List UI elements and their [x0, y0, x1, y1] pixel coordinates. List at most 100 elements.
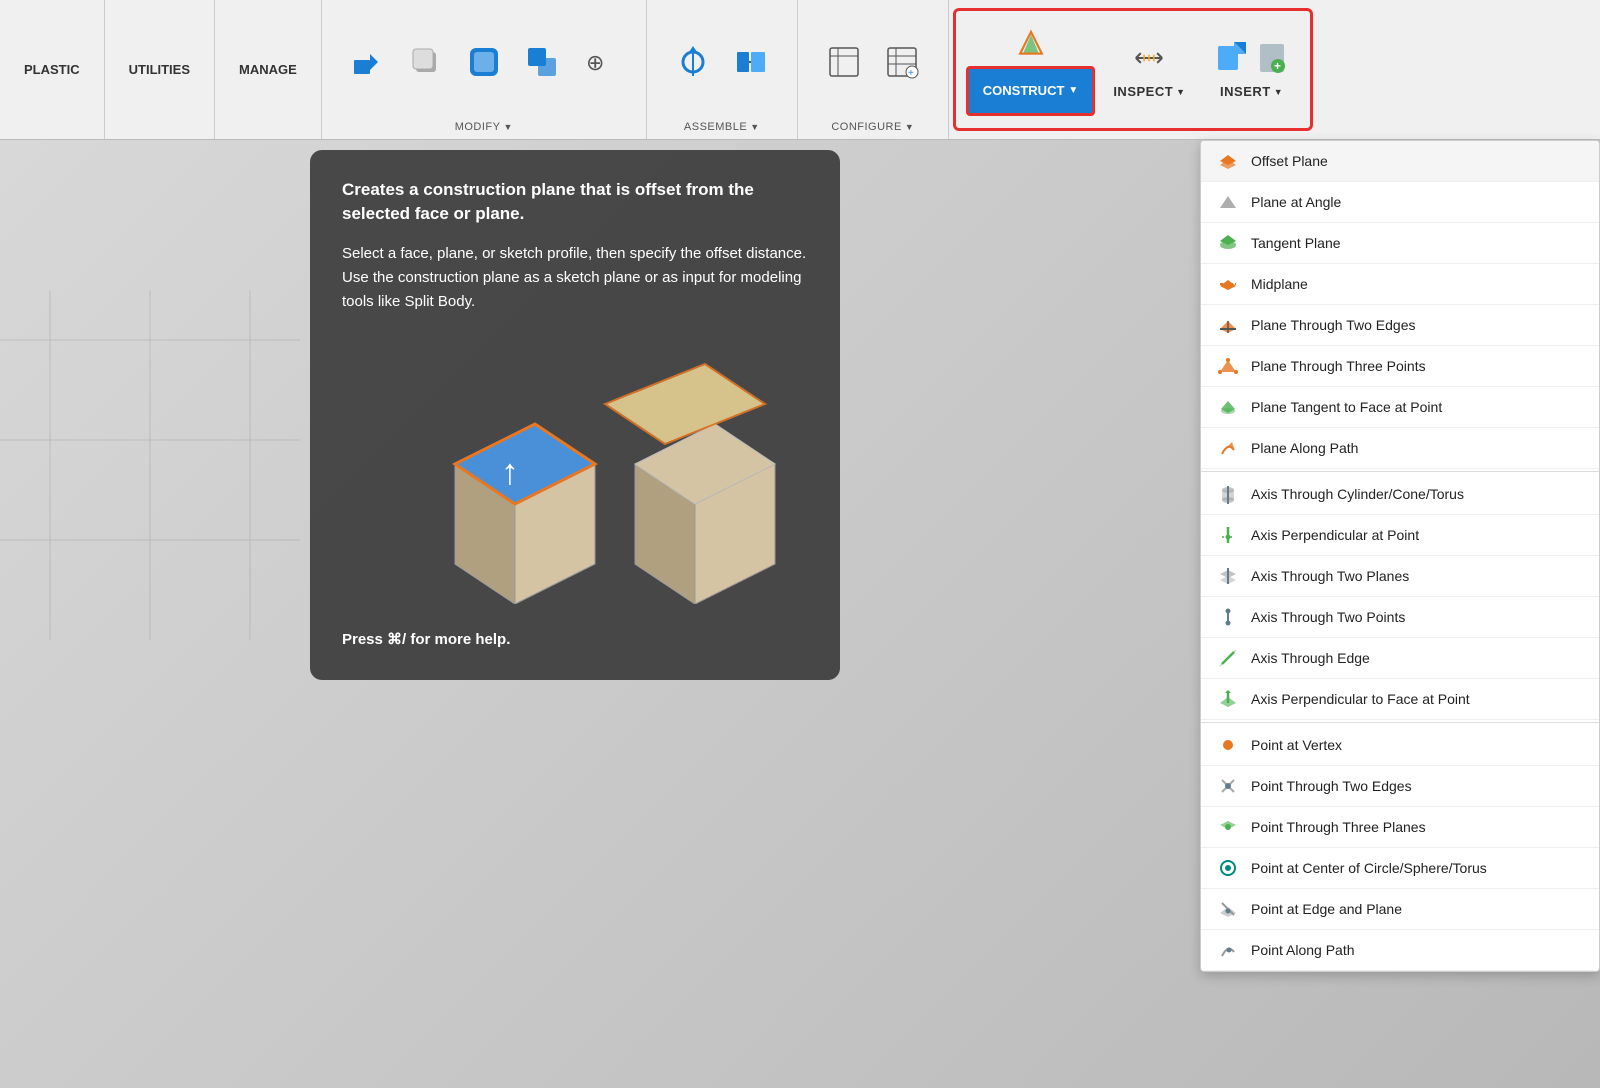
configure-btn-2[interactable]: +: [876, 32, 928, 92]
dropdown-menu: Offset Plane Plane at Angle Tangent P: [1200, 140, 1600, 972]
menu-item-1[interactable]: Plane at Angle: [1201, 182, 1599, 223]
construct-button[interactable]: CONSTRUCT ▼: [966, 66, 1096, 116]
construct-label: CONSTRUCT: [983, 83, 1065, 98]
point-three-planes-icon: [1217, 816, 1239, 838]
plane-along-path-icon: [1217, 437, 1239, 459]
menu-item-8[interactable]: Axis Through Cylinder/Cone/Torus: [1201, 474, 1599, 515]
inspect-caret: ▼: [1176, 87, 1185, 97]
toolbar-section-assemble: ASSEMBLE ▼: [647, 0, 798, 139]
menu-item-0[interactable]: Offset Plane: [1201, 141, 1599, 182]
divider-1: [1201, 471, 1599, 472]
menu-item-17[interactable]: Point at Center of Circle/Sphere/Torus: [1201, 848, 1599, 889]
move-icon: ⊕: [582, 44, 618, 80]
menu-item-14[interactable]: Point at Vertex: [1201, 725, 1599, 766]
toolbar-section-modify: ⊕ MODIFY ▼: [322, 0, 647, 139]
menu-item-16[interactable]: Point Through Three Planes: [1201, 807, 1599, 848]
configure-btn-1[interactable]: [818, 32, 870, 92]
right-toolbar-group: CONSTRUCT ▼ INSPECT: [953, 8, 1313, 131]
plane-tangent-face-icon: [1217, 396, 1239, 418]
menu-item-18[interactable]: Point at Edge and Plane: [1201, 889, 1599, 930]
utilities-label: UTILITIES: [129, 62, 190, 77]
menu-item-label-1: Plane at Angle: [1251, 194, 1341, 210]
menu-item-label-15: Point Through Two Edges: [1251, 778, 1412, 794]
menu-item-label-7: Plane Along Path: [1251, 440, 1358, 456]
menu-item-6[interactable]: Plane Tangent to Face at Point: [1201, 387, 1599, 428]
menu-item-label-16: Point Through Three Planes: [1251, 819, 1426, 835]
axis-perp-face-icon: [1217, 688, 1239, 710]
axis-through-edge-icon: [1217, 647, 1239, 669]
plastic-label: PLASTIC: [24, 62, 80, 77]
point-vertex-icon: [1217, 734, 1239, 756]
configure-icon-1: [826, 44, 862, 80]
tooltip-body: Select a face, plane, or sketch profile,…: [342, 242, 808, 314]
body-button[interactable]: [400, 32, 452, 92]
plane-two-edges-icon: [1217, 314, 1239, 336]
insert-icon-1: [1214, 40, 1250, 76]
offset-plane-icon: [1217, 150, 1239, 172]
tooltip-panel: Creates a construction plane that is off…: [310, 150, 840, 680]
modify-caret: ▼: [503, 122, 512, 132]
axis-cylinder-icon: [1217, 483, 1239, 505]
point-along-path-icon: [1217, 939, 1239, 961]
toolbar-section-utilities: UTILITIES: [105, 0, 215, 139]
svg-text:↑: ↑: [501, 451, 519, 492]
menu-item-5[interactable]: Plane Through Three Points: [1201, 346, 1599, 387]
manage-label: MANAGE: [239, 62, 297, 77]
toolbar-section-configure: + CONFIGURE ▼: [798, 0, 949, 139]
plane-three-points-icon: [1217, 355, 1239, 377]
svg-text:+: +: [1274, 59, 1281, 73]
modify-icons: ⊕: [342, 8, 626, 115]
menu-item-9[interactable]: Axis Perpendicular at Point: [1201, 515, 1599, 556]
menu-item-7[interactable]: Plane Along Path: [1201, 428, 1599, 469]
construct-caret: ▼: [1068, 85, 1078, 96]
menu-item-19[interactable]: Point Along Path: [1201, 930, 1599, 971]
insert-label[interactable]: INSERT ▼: [1220, 84, 1283, 99]
menu-item-12[interactable]: Axis Through Edge: [1201, 638, 1599, 679]
combine-button[interactable]: [516, 32, 568, 92]
inspect-icon: [1131, 40, 1167, 76]
menu-item-10[interactable]: Axis Through Two Planes: [1201, 556, 1599, 597]
axis-two-points-icon: [1217, 606, 1239, 628]
menu-item-label-4: Plane Through Two Edges: [1251, 317, 1416, 333]
construct-icon: [1013, 24, 1049, 60]
move-button[interactable]: ⊕: [574, 32, 626, 92]
assemble-label[interactable]: ASSEMBLE ▼: [684, 121, 760, 133]
assemble-icon-1: [675, 44, 711, 80]
configure-label[interactable]: CONFIGURE ▼: [831, 121, 914, 133]
fillet-icon: [466, 44, 502, 80]
divider-2: [1201, 722, 1599, 723]
body-icon: [408, 44, 444, 80]
configure-icon-2: +: [884, 44, 920, 80]
menu-item-label-10: Axis Through Two Planes: [1251, 568, 1409, 584]
dropdown-inner[interactable]: Offset Plane Plane at Angle Tangent P: [1201, 141, 1599, 971]
menu-item-4[interactable]: Plane Through Two Edges: [1201, 305, 1599, 346]
menu-item-13[interactable]: Axis Perpendicular to Face at Point: [1201, 679, 1599, 720]
menu-item-label-2: Tangent Plane: [1251, 235, 1341, 251]
assemble-icon-2: [733, 44, 769, 80]
tooltip-illustration: ↑: [342, 334, 808, 614]
axis-perp-point-icon: [1217, 524, 1239, 546]
assemble-caret: ▼: [750, 122, 759, 132]
menu-item-15[interactable]: Point Through Two Edges: [1201, 766, 1599, 807]
point-center-circle-icon: [1217, 857, 1239, 879]
inspect-label[interactable]: INSPECT ▼: [1113, 84, 1185, 99]
menu-item-label-11: Axis Through Two Points: [1251, 609, 1405, 625]
modify-label[interactable]: MODIFY ▼: [455, 121, 513, 133]
menu-item-label-5: Plane Through Three Points: [1251, 358, 1426, 374]
midplane-icon: [1217, 273, 1239, 295]
configure-caret: ▼: [905, 122, 914, 132]
menu-item-label-14: Point at Vertex: [1251, 737, 1342, 753]
toolbar-section-plastic: PLASTIC: [0, 0, 105, 139]
menu-item-label-19: Point Along Path: [1251, 942, 1355, 958]
menu-item-11[interactable]: Axis Through Two Points: [1201, 597, 1599, 638]
assemble-btn-1[interactable]: [667, 32, 719, 92]
assemble-btn-2[interactable]: [725, 32, 777, 92]
push-pull-button[interactable]: [342, 32, 394, 92]
menu-item-2[interactable]: Tangent Plane: [1201, 223, 1599, 264]
menu-item-label-18: Point at Edge and Plane: [1251, 901, 1402, 917]
menu-item-3[interactable]: Midplane: [1201, 264, 1599, 305]
menu-item-label-8: Axis Through Cylinder/Cone/Torus: [1251, 486, 1464, 502]
fillet-button[interactable]: [458, 32, 510, 92]
insert-caret: ▼: [1274, 87, 1283, 97]
menu-item-label-12: Axis Through Edge: [1251, 650, 1370, 666]
